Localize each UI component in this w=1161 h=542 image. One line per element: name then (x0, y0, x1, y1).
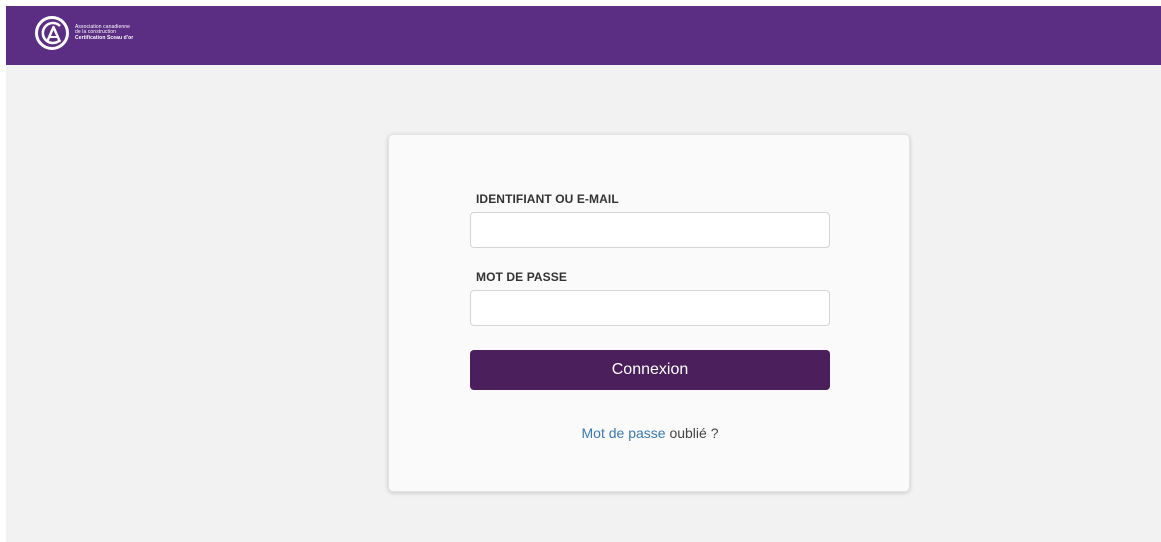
forgot-password-text: Mot de passe oublié ? (389, 425, 911, 441)
password-label: MOT DE PASSE (476, 270, 567, 284)
login-card: IDENTIFIANT OU E-MAIL MOT DE PASSE Conne… (388, 134, 910, 492)
site-logo[interactable]: Association canadienne de la constructio… (34, 15, 133, 51)
forgot-password-suffix: oublié ? (665, 425, 719, 441)
password-input[interactable] (470, 290, 830, 326)
page: Association canadienne de la constructio… (6, 6, 1161, 542)
top-bar: Association canadienne de la constructio… (6, 6, 1161, 65)
login-button[interactable]: Connexion (470, 350, 830, 390)
logo-line-3: Certification Sceau d'or (75, 34, 134, 41)
username-input[interactable] (470, 212, 830, 248)
username-label: IDENTIFIANT OU E-MAIL (476, 192, 619, 206)
forgot-password-link[interactable]: Mot de passe (582, 425, 666, 441)
caca-logo-icon (35, 16, 69, 50)
logo-text: Association canadienne de la constructio… (75, 24, 134, 42)
